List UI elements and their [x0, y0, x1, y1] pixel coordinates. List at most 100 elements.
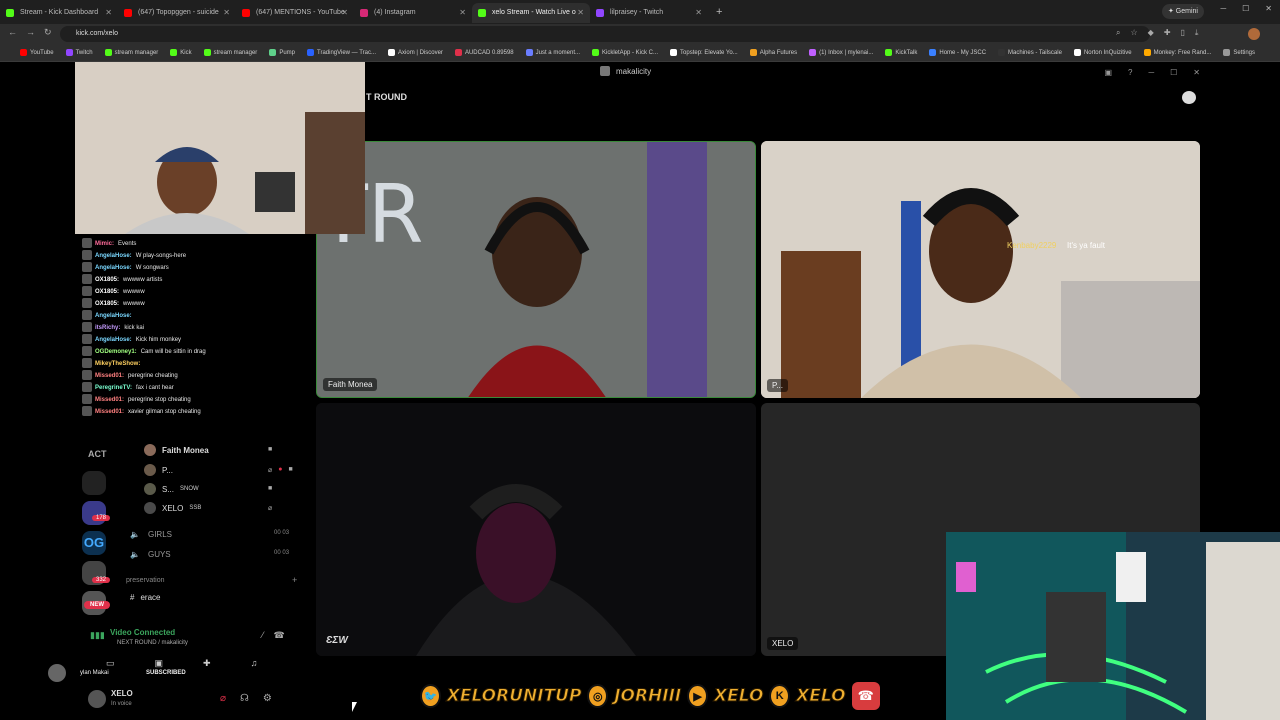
bookmark-item[interactable]: Pump: [269, 49, 295, 56]
chat-username: Mimic:: [95, 241, 115, 247]
bookmark-item[interactable]: Just a moment...: [525, 49, 580, 56]
bookmark-label: KickTalk: [895, 49, 918, 56]
avatar[interactable]: [88, 690, 106, 708]
bookmark-item[interactable]: Home - My JSCC: [929, 49, 986, 56]
bookmark-item[interactable]: Norton InQuizitive: [1073, 49, 1132, 56]
chat-username: OGDemoney1:: [95, 349, 137, 355]
bookmark-label: Just a moment...: [535, 49, 580, 56]
minimize-icon[interactable]: ─: [1220, 4, 1226, 13]
browser-tab[interactable]: lilpraisey - Twitch ✕: [590, 3, 708, 23]
server-icon[interactable]: [82, 471, 106, 495]
back-icon[interactable]: ←: [8, 27, 17, 37]
mute-mic-icon[interactable]: ⌀: [220, 693, 226, 704]
voice-member[interactable]: S... SNOW: [144, 481, 199, 497]
browser-tab[interactable]: (647) Topopggen - suicide ✕: [118, 3, 236, 23]
bookmark-item[interactable]: (1) Inbox | mylenai...: [809, 49, 873, 56]
screen-icon[interactable]: ▣: [1104, 68, 1112, 77]
close-icon[interactable]: ✕: [1193, 68, 1200, 77]
browser-tab[interactable]: (647) MENTIONS - YouTube ✕: [236, 3, 354, 23]
bookmark-item[interactable]: AUDCAD 0.89598: [454, 49, 514, 56]
settings-gear-icon[interactable]: ⚙: [263, 693, 272, 704]
bookmark-item[interactable]: YouTube: [20, 49, 54, 56]
bookmark-item[interactable]: Topstep: Elevate Yo...: [670, 49, 738, 56]
bookmark-item[interactable]: Monkey: Free Rand...: [1143, 49, 1212, 56]
bookmark-item[interactable]: Settings: [1223, 49, 1255, 56]
voice-channel[interactable]: 🔈 GUYS: [130, 547, 171, 561]
chat-text: W songwars: [135, 265, 169, 271]
chat-message: AngelaHose: W songwars: [82, 262, 312, 274]
headphones-icon[interactable]: ☊: [240, 693, 249, 704]
close-icon[interactable]: ✕: [223, 3, 230, 23]
reload-icon[interactable]: ↻: [44, 27, 52, 38]
bookmark-item[interactable]: stream manager: [104, 49, 158, 56]
avatar: [48, 664, 66, 682]
bookmark-item[interactable]: Twitch: [65, 49, 93, 56]
bookmark-item[interactable]: KickTalk: [885, 49, 917, 56]
channel-category[interactable]: preservation: [126, 577, 165, 584]
download-icon[interactable]: ⤓: [1195, 28, 1199, 38]
chat-avatar: [82, 274, 92, 285]
disconnect-icon[interactable]: ☎: [274, 630, 285, 641]
noise-suppression-icon[interactable]: ⁄: [262, 630, 264, 641]
maximize-icon[interactable]: ☐: [1170, 68, 1177, 77]
chat-message: itsRichy: kick kai: [82, 322, 312, 334]
server-icon[interactable]: OG: [82, 531, 106, 555]
close-icon[interactable]: ✕: [459, 3, 466, 23]
bookmark-item[interactable]: Machines - Tailscale: [998, 49, 1062, 56]
close-icon[interactable]: ✕: [577, 3, 584, 23]
zoom-icon[interactable]: ⌕: [1116, 28, 1120, 38]
bookmark-item[interactable]: stream manager: [203, 49, 257, 56]
bookmark-item[interactable]: Kick: [170, 49, 192, 56]
tab-label: xelo Stream - Watch Live o: [492, 9, 576, 16]
video-feed: [761, 141, 1200, 398]
bookmark-item[interactable]: Axiom | Discover: [388, 49, 443, 56]
close-window-icon[interactable]: ✕: [1265, 4, 1272, 13]
browser-tab-active[interactable]: xelo Stream - Watch Live o ✕: [472, 3, 590, 23]
extension-icon[interactable]: ◆: [1148, 28, 1154, 38]
hang-up-button[interactable]: ☎: [851, 682, 880, 710]
soundboard-button[interactable]: ♫: [251, 658, 258, 669]
browser-tab[interactable]: Stream - Kick Dashboard ✕: [0, 3, 118, 23]
member-tag: SNOW: [180, 486, 199, 492]
bookmark-favicon-icon: [1223, 49, 1231, 56]
help-icon[interactable]: ?: [1128, 68, 1132, 77]
sidebar-icon[interactable]: ▯: [1181, 28, 1185, 38]
new-tab-button[interactable]: +: [716, 6, 722, 18]
voice-status: Video Connected: [110, 628, 176, 637]
social-handle: XELO: [713, 686, 764, 707]
close-icon[interactable]: ✕: [105, 3, 112, 23]
chat-message: OX1805: wwwww artists: [82, 274, 312, 286]
bookmark-star-icon[interactable]: ☆: [1130, 28, 1137, 38]
bookmark-label: Alpha Futures: [759, 49, 798, 56]
forward-icon[interactable]: →: [26, 27, 35, 37]
voice-channel[interactable]: 🔈 GIRLS: [130, 527, 172, 541]
profile-avatar[interactable]: [1248, 28, 1260, 40]
add-channel-icon[interactable]: +: [292, 575, 297, 585]
address-bar[interactable]: kick.com/xelo: [60, 26, 1150, 42]
voice-member[interactable]: P...: [144, 462, 173, 478]
server-icon[interactable]: [82, 501, 106, 525]
close-icon[interactable]: ✕: [341, 3, 348, 23]
chat-bubble-icon[interactable]: [1182, 91, 1196, 104]
video-tile[interactable]: Kenbaby2229 It's ya fault P...: [761, 141, 1200, 398]
bookmark-label: Axiom | Discover: [398, 49, 443, 56]
text-channel[interactable]: # erace: [130, 593, 160, 602]
voice-member[interactable]: XELO SSB: [144, 500, 201, 516]
bookmark-item[interactable]: KickletApp - Kick C...: [592, 49, 658, 56]
bookmark-label: Pump: [279, 49, 295, 56]
gemini-button[interactable]: ✦ Gemini: [1162, 4, 1204, 19]
video-tile[interactable]: TR Faith Monea: [316, 141, 756, 398]
new-badge: NEW: [84, 601, 110, 609]
bookmark-item[interactable]: Alpha Futures: [749, 49, 798, 56]
bookmark-item[interactable]: TradingView — Trac...: [307, 49, 376, 56]
minimize-icon[interactable]: ─: [1148, 68, 1154, 77]
video-tile[interactable]: ƐƩW: [316, 403, 756, 656]
voice-member[interactable]: Faith Monea: [144, 442, 209, 458]
extensions-puzzle-icon[interactable]: ✚: [1164, 28, 1171, 38]
bookmark-label: Monkey: Free Rand...: [1153, 49, 1212, 56]
close-icon[interactable]: ✕: [695, 3, 702, 23]
youtube-favicon-icon: [242, 9, 250, 17]
chat-message: MikeyTheShow:: [82, 358, 312, 370]
maximize-icon[interactable]: ☐: [1242, 4, 1249, 13]
browser-tab[interactable]: (4) Instagram ✕: [354, 3, 472, 23]
